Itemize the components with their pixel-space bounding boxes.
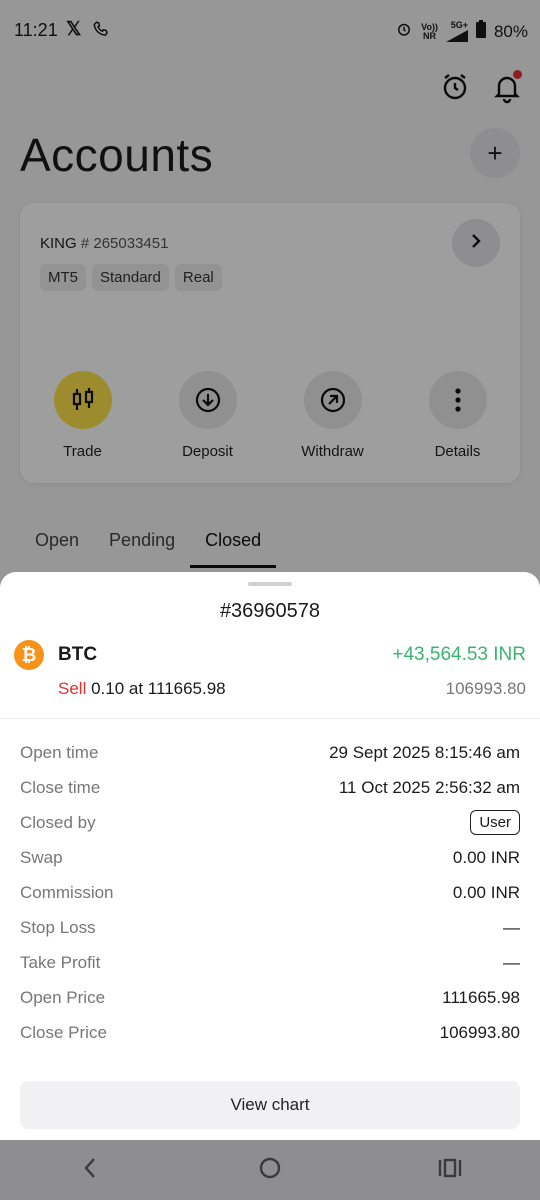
order-deal-line: Sell 0.10 at 111665.98	[58, 679, 226, 699]
order-profit: +43,564.53 INR	[392, 644, 526, 665]
detail-row-commission: Commission 0.00 INR	[20, 875, 520, 910]
detail-label: Close Price	[20, 1022, 107, 1042]
order-side: Sell	[58, 679, 87, 698]
home-icon	[258, 1156, 282, 1185]
detail-label: Closed by	[20, 812, 96, 832]
detail-value: 29 Sept 2025 8:15:46 am	[329, 742, 520, 762]
detail-row-close-price: Close Price 106993.80	[20, 1015, 520, 1050]
detail-value: 11 Oct 2025 2:56:32 am	[338, 777, 520, 797]
recents-icon	[438, 1157, 462, 1184]
detail-label: Stop Loss	[20, 917, 96, 937]
detail-label: Close time	[20, 777, 101, 797]
detail-row-closed-by: Closed by User	[20, 805, 520, 840]
detail-value: 0.00 INR	[452, 882, 520, 902]
detail-row-close-time: Close time 11 Oct 2025 2:56:32 am	[20, 770, 520, 805]
detail-value: —	[503, 917, 520, 937]
detail-label: Open Price	[20, 987, 106, 1007]
closed-by-badge: User	[470, 810, 520, 835]
detail-row-open-price: Open Price 111665.98	[20, 980, 520, 1015]
detail-label: Open time	[20, 742, 99, 762]
detail-label: Take Profit	[20, 952, 101, 972]
detail-value: —	[503, 952, 520, 972]
detail-label: Swap	[20, 847, 63, 867]
order-volume: 0.10 at 111665.98	[91, 679, 226, 698]
detail-row-stop-loss: Stop Loss —	[20, 910, 520, 945]
order-id: #36960578	[219, 600, 321, 622]
system-nav-bar	[0, 1140, 540, 1200]
detail-label: Commission	[20, 882, 114, 902]
order-close-price: 106993.80	[445, 679, 526, 698]
order-details: Open time 29 Sept 2025 8:15:46 am Close …	[20, 735, 520, 1050]
detail-value: 106993.80	[439, 1022, 520, 1042]
view-chart-button[interactable]: View chart	[20, 1081, 520, 1129]
detail-value: 0.00 INR	[452, 847, 520, 867]
back-icon	[82, 1156, 98, 1185]
recents-button[interactable]	[420, 1150, 480, 1190]
sheet-drag-handle[interactable]	[248, 582, 292, 586]
detail-row-swap: Swap 0.00 INR	[20, 840, 520, 875]
back-button[interactable]	[60, 1150, 120, 1190]
bitcoin-icon: ₿	[14, 640, 44, 670]
closed-order-sheet: #36960578 ₿ BTC +43,564.53 INR Sell 0.10…	[0, 572, 540, 1140]
detail-value: 111665.98	[442, 987, 520, 1007]
home-button[interactable]	[240, 1150, 300, 1190]
detail-row-open-time: Open time 29 Sept 2025 8:15:46 am	[20, 735, 520, 770]
divider	[0, 718, 540, 719]
detail-row-take-profit: Take Profit —	[20, 945, 520, 980]
order-symbol: BTC	[58, 644, 98, 665]
